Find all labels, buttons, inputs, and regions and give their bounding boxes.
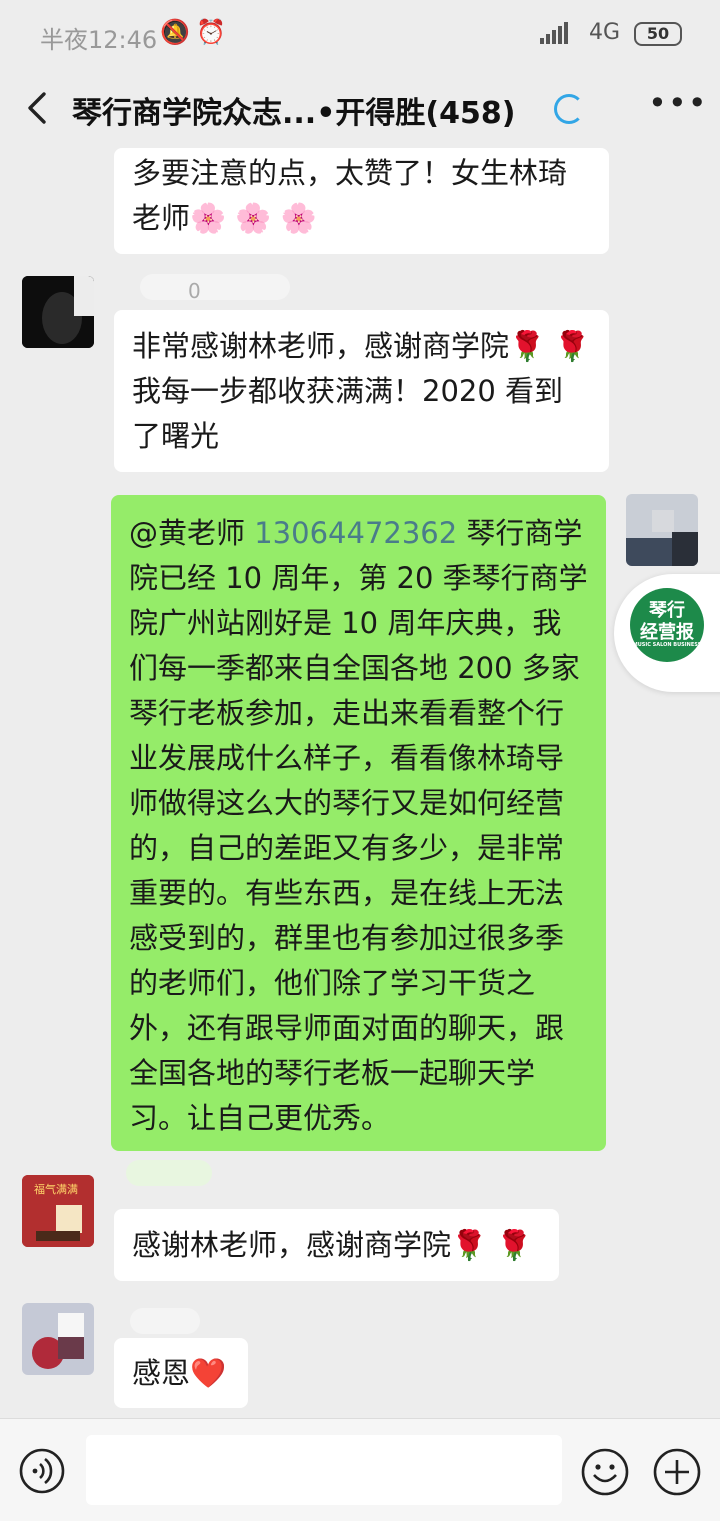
message-text: 非常感谢林老师，感谢商学院🌹 🌹我每一步都收获满满！2020 看到了曙光 xyxy=(132,329,591,453)
float-badge[interactable]: 琴行 经营报 MUSIC SALON BUSINESS xyxy=(614,574,720,692)
my-message-bubble[interactable]: @黄老师 13064472362 琴行商学院已经 10 周年，第 20 季琴行商… xyxy=(111,495,606,1151)
message-text: 感恩❤️ xyxy=(132,1356,227,1390)
badge-logo: 琴行 经营报 MUSIC SALON BUSINESS xyxy=(630,588,704,662)
chat-header: 琴行商学院众志...•开得胜(458) ••• xyxy=(0,70,720,148)
badge-line2: 经营报 xyxy=(640,622,694,643)
avatar[interactable] xyxy=(22,276,94,348)
avatar-image xyxy=(22,276,94,348)
voice-icon[interactable] xyxy=(18,1447,66,1495)
message-bubble[interactable]: 多要注意的点，太赞了！女生林琦老师🌸 🌸 🌸 xyxy=(114,148,609,254)
avatar-image xyxy=(626,494,698,566)
plus-icon[interactable] xyxy=(652,1447,702,1497)
message-list[interactable]: 多要注意的点，太赞了！女生林琦老师🌸 🌸 🌸 0 非常感谢林老师，感谢商学院🌹 … xyxy=(0,148,720,1418)
sender-name-blurred xyxy=(140,274,290,300)
message-text: 琴行商学院已经 10 周年，第 20 季琴行商学院广州站刚好是 10 周年庆典，… xyxy=(129,516,588,1135)
avatar-caption: 福气满满 xyxy=(34,1183,78,1196)
sender-name-blurred xyxy=(126,1160,212,1186)
sender-name-fragment: 0 xyxy=(188,279,201,303)
sender-name-blurred xyxy=(130,1308,200,1334)
more-icon[interactable]: ••• xyxy=(648,84,708,122)
message-text: 多要注意的点，太赞了！女生林琦老师🌸 🌸 🌸 xyxy=(132,156,568,235)
avatar[interactable]: 福气满满 xyxy=(22,1175,94,1247)
alarm-icon: ⏰ xyxy=(196,18,226,46)
input-bar xyxy=(0,1418,720,1521)
badge-line3: MUSIC SALON BUSINESS xyxy=(632,642,702,648)
mention[interactable]: @黄老师 xyxy=(129,516,245,550)
avatar-image xyxy=(22,1303,94,1375)
status-time: 半夜12:46 xyxy=(40,26,158,54)
status-bar: 半夜12:46 🔕 ⏰ 4G 50 xyxy=(0,0,720,70)
back-arrow-icon[interactable] xyxy=(20,88,60,128)
message-text: 感谢林老师，感谢商学院🌹 🌹 xyxy=(132,1228,533,1262)
message-input[interactable] xyxy=(86,1435,562,1505)
mute-bell-icon: 🔕 xyxy=(160,18,190,46)
chat-title: 琴行商学院众志...•开得胜(458) xyxy=(72,96,516,131)
network-type: 4G xyxy=(588,20,620,45)
my-avatar[interactable] xyxy=(626,494,698,566)
emoji-icon[interactable] xyxy=(580,1447,630,1497)
phone-number-link[interactable]: 13064472362 xyxy=(254,516,457,550)
loading-icon xyxy=(554,94,584,124)
message-bubble[interactable]: 非常感谢林老师，感谢商学院🌹 🌹我每一步都收获满满！2020 看到了曙光 xyxy=(114,310,609,472)
avatar[interactable] xyxy=(22,1303,94,1375)
battery-indicator: 50 xyxy=(634,22,682,46)
message-bubble[interactable]: 感谢林老师，感谢商学院🌹 🌹 xyxy=(114,1209,559,1281)
message-bubble[interactable]: 感恩❤️ xyxy=(114,1338,248,1408)
signal-icon xyxy=(540,22,568,44)
